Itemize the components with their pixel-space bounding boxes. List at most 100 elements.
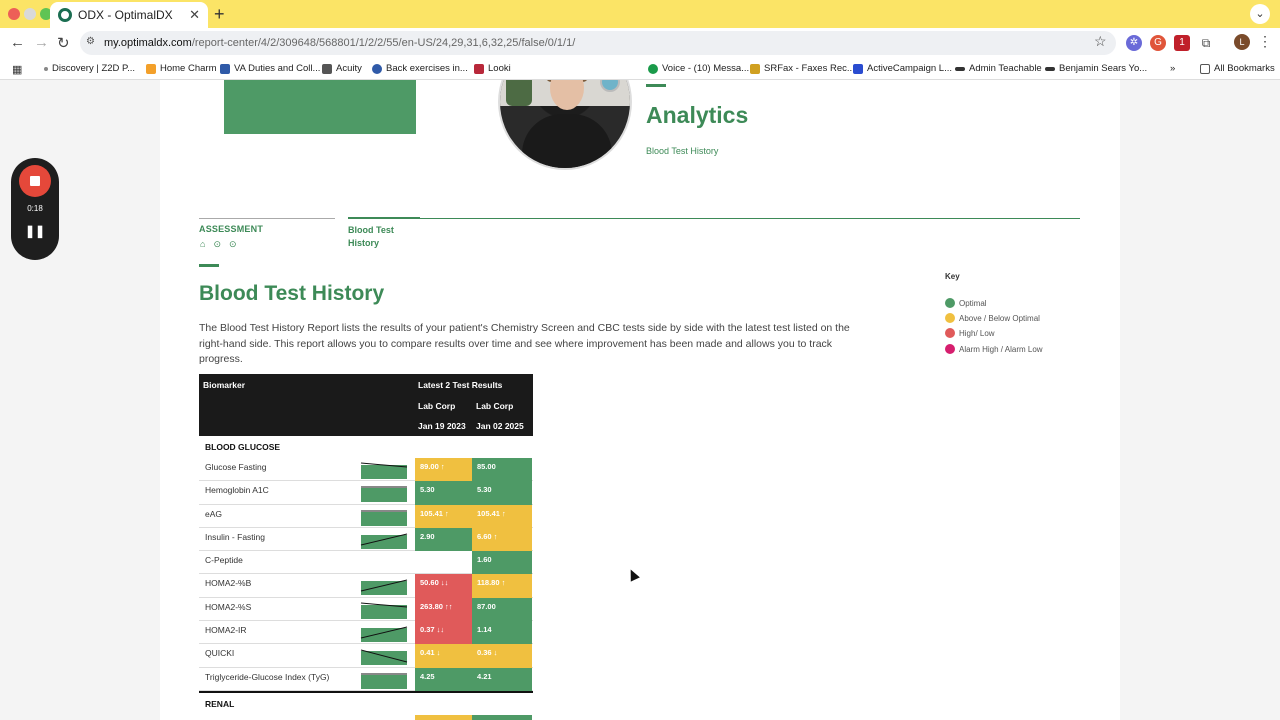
bookmark-label: Looki	[488, 63, 511, 74]
result-cell-2023: 5.30	[415, 481, 472, 505]
browser-tab-strip: ODX - OptimalDX ✕ + ⌄	[0, 0, 1280, 28]
bookmark-voice[interactable]: Voice - (10) Messa...	[648, 63, 749, 74]
presenter-webcam-bubble[interactable]	[498, 80, 632, 170]
browser-tab[interactable]: ODX - OptimalDX ✕	[50, 2, 208, 28]
url-domain: my.optimaldx.com	[104, 37, 192, 49]
assessment-tab-rule	[199, 218, 335, 219]
new-tab-icon[interactable]: +	[214, 4, 225, 25]
result-cell-2023: 50.60 ↓↓	[415, 574, 472, 598]
table-row: Hemoglobin A1C 5.30 5.30	[199, 481, 533, 505]
reload-icon[interactable]: ↻	[57, 34, 70, 52]
profile-avatar-icon[interactable]: L	[1234, 34, 1250, 50]
alarm-dot-icon	[945, 344, 955, 354]
bookmark-label: Discovery | Z2D P...	[52, 63, 136, 74]
trend-sparkline	[361, 673, 407, 689]
renal-cell-1	[415, 714, 472, 720]
biomarker-name: HOMA2-%B	[205, 578, 252, 589]
bookmark-va-duties[interactable]: VA Duties and Coll...	[220, 63, 320, 74]
biomarker-name: Hemoglobin A1C	[205, 485, 269, 496]
extension-grammar-icon[interactable]: G	[1150, 35, 1166, 51]
report-page: Analytics Blood Test History ASSESSMENT …	[160, 80, 1120, 720]
key-item-alarm: Alarm High / Alarm Low	[945, 344, 1043, 354]
bookmark-label: Back exercises in...	[386, 63, 468, 74]
page-viewport[interactable]: Analytics Blood Test History ASSESSMENT …	[0, 80, 1280, 720]
key-label: High/ Low	[959, 328, 995, 338]
site-info-icon[interactable]: ⚙	[86, 36, 98, 48]
result-cell-2025: 85.00	[472, 458, 532, 482]
close-window-button[interactable]	[8, 8, 20, 20]
result-cell-2025: 4.21	[472, 667, 532, 691]
result-cell-2025: 105.41 ↑	[472, 504, 532, 528]
all-bookmarks-folder[interactable]: All Bookmarks	[1200, 63, 1275, 74]
tab-assessment[interactable]: ASSESSMENT	[199, 224, 263, 234]
date2-label: Jan 02 2025	[476, 421, 524, 431]
result-cell-2025: 87.00	[472, 597, 532, 622]
biomarker-name: Insulin - Fasting	[205, 531, 265, 542]
bookmark-discovery[interactable]: Discovery | Z2D P...	[44, 63, 135, 74]
result-cell-2023: 2.90	[415, 527, 472, 552]
url-path: /report-center/4/2/309648/568801/1/2/2/5…	[191, 37, 576, 49]
bookmark-home-charm[interactable]: Home Charm	[146, 63, 217, 74]
apps-grid-icon[interactable]: ▦	[12, 63, 22, 76]
minimize-window-button[interactable]	[24, 8, 36, 20]
address-bar[interactable]: my.optimaldx.com/report-center/4/2/30964…	[80, 31, 1116, 55]
bookmark-acuity[interactable]: Acuity	[322, 63, 362, 74]
browser-menu-icon[interactable]: ⋮	[1258, 33, 1272, 50]
biomarker-name: HOMA2-%S	[205, 601, 252, 612]
result-cell-2025: 6.60 ↑	[472, 527, 532, 552]
trend-sparkline	[360, 649, 408, 666]
table-row: Insulin - Fasting 2.90 6.60 ↑	[199, 527, 533, 552]
bookmarks-overflow-chevron-icon[interactable]: »	[1170, 63, 1175, 74]
col-results: Latest 2 Test Results	[418, 380, 503, 390]
circle-info-icon[interactable]: ⊙	[213, 239, 221, 250]
va-icon	[220, 63, 230, 74]
renal-first-row-cells	[199, 714, 533, 720]
bookmark-back-exercises[interactable]: Back exercises in...	[372, 63, 468, 74]
result-cell-2023: 0.41 ↓	[415, 644, 472, 668]
back-icon	[372, 63, 382, 74]
bookmark-admin-teachable[interactable]: Admin Teachable	[955, 63, 1042, 74]
dot-icon	[44, 66, 48, 71]
tab-blood-test-history[interactable]: Blood Test History	[348, 224, 408, 250]
biomarker-name: Triglyceride-Glucose Index (TyG)	[205, 671, 330, 682]
bookmark-looki[interactable]: Looki	[474, 63, 511, 74]
table-body: Glucose Fasting 89.00 ↑ 85.00 Hemoglobin A1…	[199, 458, 533, 691]
webcam-plant	[506, 80, 532, 106]
result-cell-2023: 0.37 ↓↓	[415, 621, 472, 645]
key-title: Key	[945, 272, 960, 281]
extensions-puzzle-icon[interactable]: ⧉	[1198, 35, 1214, 51]
table-row: QUICKI 0.41 ↓ 0.36 ↓	[199, 644, 533, 668]
bookmark-benjamin-sears[interactable]: Benjamin Sears Yo...	[1045, 63, 1147, 74]
phone-icon	[648, 63, 658, 74]
home-charm-icon	[146, 63, 156, 74]
bookmark-srfax[interactable]: SRFax - Faxes Rec...	[750, 63, 855, 74]
bookmark-label: Acuity	[336, 63, 362, 74]
trend-sparkline	[361, 486, 407, 503]
header-green-block	[224, 80, 416, 134]
section-blood-glucose: BLOOD GLUCOSE	[205, 442, 281, 452]
biomarker-name: QUICKI	[205, 648, 235, 659]
close-tab-icon[interactable]: ✕	[189, 7, 200, 23]
analytics-accent-line	[646, 84, 666, 87]
trend-sparkline	[360, 579, 408, 596]
result-cell-2025: 0.36 ↓	[472, 644, 532, 668]
col-biomarker: Biomarker	[203, 380, 246, 390]
result-cell-2023	[415, 551, 472, 574]
extension-gear-icon[interactable]: ✲	[1126, 35, 1142, 51]
bookmark-activecampaign[interactable]: ActiveCampaign L...	[853, 63, 952, 74]
forward-arrow-icon[interactable]: →	[34, 34, 49, 51]
pause-icon[interactable]: ❚❚	[11, 224, 59, 238]
table-header: Biomarker Latest 2 Test Results Lab Corp…	[199, 374, 533, 436]
stop-recording-button[interactable]	[19, 165, 51, 197]
bookmark-label: SRFax - Faxes Rec...	[764, 63, 855, 74]
back-arrow-icon[interactable]: ←	[10, 34, 25, 51]
active-tab-indicator	[348, 217, 420, 219]
tab-search-chevron-icon[interactable]: ⌄	[1250, 4, 1270, 24]
bookmark-label: ActiveCampaign L...	[867, 63, 953, 74]
bookmark-star-icon[interactable]: ☆	[1094, 33, 1107, 50]
result-cell-2025: 1.60	[472, 551, 532, 575]
circle-chevron-icon[interactable]: ⊙	[229, 239, 237, 250]
extension-badge-icon[interactable]: 1	[1174, 35, 1190, 51]
section-renal: RENAL	[205, 698, 235, 709]
home-icon[interactable]: ⌂	[200, 239, 205, 250]
